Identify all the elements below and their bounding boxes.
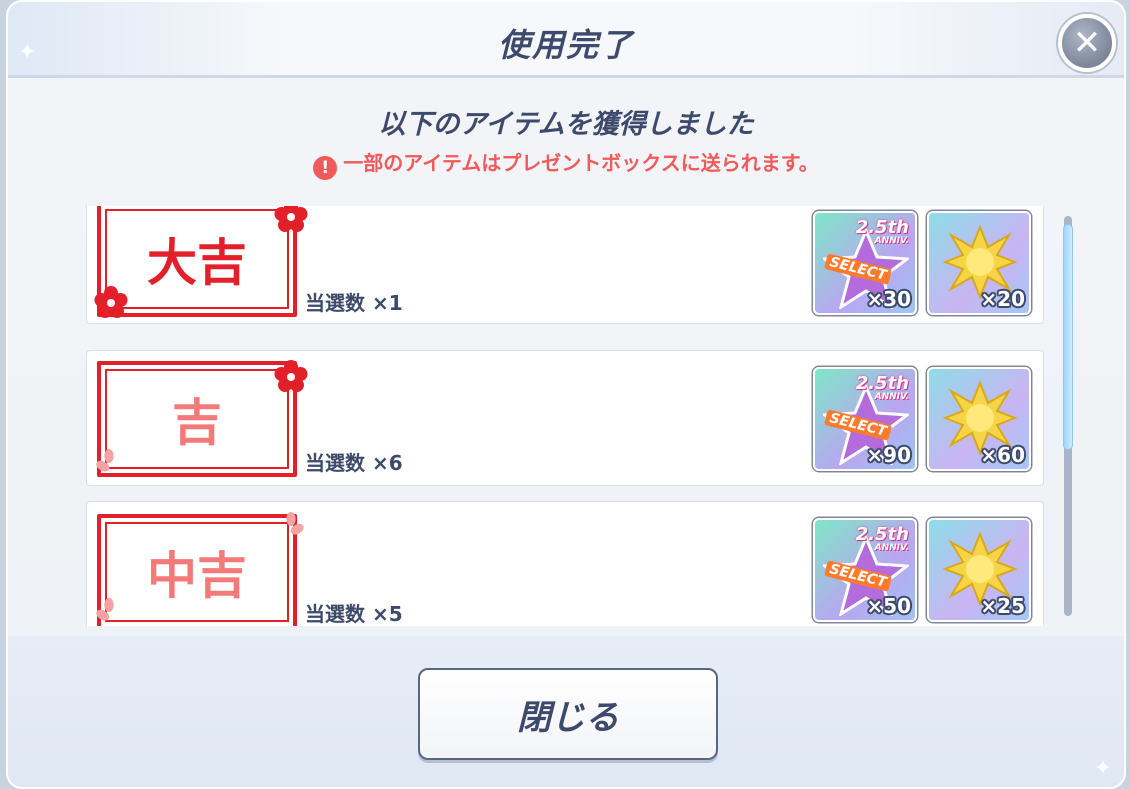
plum-flower-icon	[274, 206, 308, 232]
reward-item[interactable]: ×25	[927, 518, 1031, 622]
fortune-ticket: 大吉	[94, 206, 308, 318]
scrollbar-thumb[interactable]	[1063, 224, 1073, 450]
fortune-ticket: 中吉	[96, 512, 304, 626]
notice-message: 一部のアイテムはプレゼントボックスに送られます。	[343, 151, 819, 175]
win-count-label: 当選数 ×1	[305, 291, 403, 315]
win-count-label: 当選数 ×5	[305, 602, 403, 626]
dialog-title: 使用完了	[497, 26, 634, 64]
result-row: 吉 当選数 ×6 2.5th ANNIV. SELECT ×90 ×60	[86, 350, 1044, 486]
close-icon: ✕	[1072, 23, 1102, 63]
plum-flower-icon	[274, 360, 308, 392]
fortune-ticket: 吉	[96, 360, 308, 477]
result-row: 大吉 当選数 ×1 2.5th ANNIV. SELECT ×30 ×20	[86, 206, 1044, 324]
close-x-button[interactable]: ✕	[1058, 14, 1116, 72]
anniversary-badge: 2.5th ANNIV.	[855, 217, 909, 246]
reward-item[interactable]: 2.5th ANNIV. SELECT ×30	[813, 211, 917, 315]
item-quantity: ×20	[980, 287, 1025, 311]
item-quantity: ×90	[866, 443, 911, 467]
fortune-label: 吉	[172, 394, 222, 452]
notice-text: ! 一部のアイテムはプレゼントボックスに送られます。	[8, 147, 1124, 180]
cherry-blossom-icon	[286, 512, 304, 535]
headline: 以下のアイテムを獲得しました	[378, 109, 754, 140]
item-quantity: ×50	[866, 594, 911, 618]
result-dialog: ✦ 使用完了 ✕ 以下のアイテムを獲得しました ! 一部のアイテムはプレゼントボッ…	[6, 0, 1126, 789]
item-quantity: ×30	[866, 287, 911, 311]
plum-flower-icon	[94, 286, 128, 318]
result-list[interactable]: 大吉 当選数 ×1 2.5th ANNIV. SELECT ×30 ×20 吉 …	[8, 206, 1124, 626]
sparkle-icon: ✦	[1093, 756, 1112, 781]
anniversary-badge: 2.5th ANNIV.	[855, 373, 909, 402]
win-count-label: 当選数 ×6	[305, 451, 403, 475]
title-bar: ✦ 使用完了 ✕	[8, 2, 1124, 78]
item-quantity: ×60	[980, 443, 1025, 467]
close-button[interactable]: 閉じる	[418, 668, 718, 760]
result-row: 中吉 当選数 ×5 2.5th ANNIV. SELECT ×50 ×25	[86, 501, 1044, 626]
cherry-blossom-icon	[96, 598, 114, 621]
anniversary-badge: 2.5th ANNIV.	[855, 524, 909, 553]
fortune-label: 大吉	[147, 234, 247, 292]
item-quantity: ×25	[980, 594, 1025, 618]
cherry-blossom-icon	[96, 449, 114, 472]
fortune-label: 中吉	[147, 547, 247, 605]
reward-item[interactable]: 2.5th ANNIV. SELECT ×50	[813, 518, 917, 622]
reward-item[interactable]: 2.5th ANNIV. SELECT ×90	[813, 367, 917, 471]
reward-item[interactable]: ×20	[927, 211, 1031, 315]
warning-icon: !	[313, 156, 338, 180]
reward-item[interactable]: ×60	[927, 367, 1031, 471]
